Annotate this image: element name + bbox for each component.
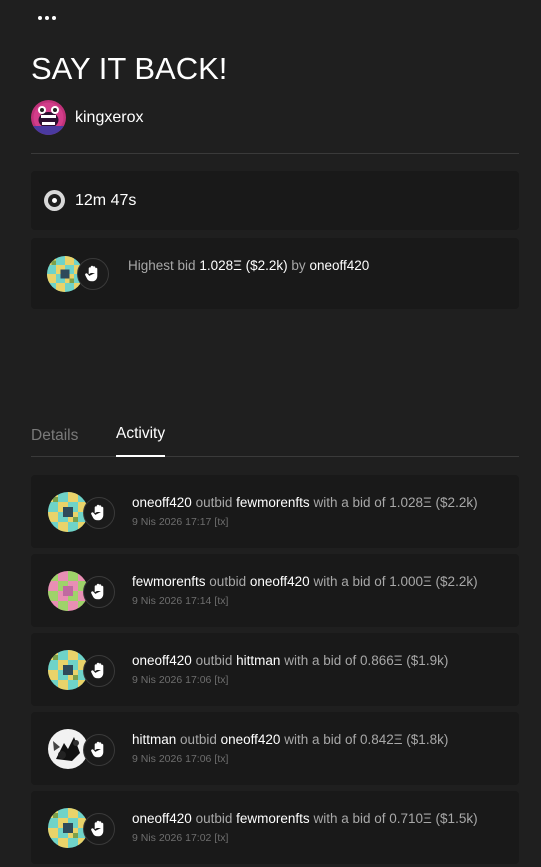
activity-detail: with a bid of 0.866Ξ ($1.9k): [284, 653, 449, 668]
bid-prefix: Highest bid: [128, 258, 196, 273]
bid-by: by: [291, 258, 306, 273]
actor-name[interactable]: fewmorenfts: [132, 574, 206, 589]
target-name[interactable]: oneoff420: [250, 574, 310, 589]
timer-icon: [44, 190, 65, 211]
activity-text: fewmorenfts outbid oneoff420 with a bid …: [132, 574, 478, 589]
activity-item: fewmorenfts outbid oneoff420 with a bid …: [31, 554, 519, 627]
activity-verb: outbid: [195, 811, 233, 826]
tx-link[interactable]: [tx]: [214, 516, 228, 528]
actor-name[interactable]: oneoff420: [132, 653, 192, 668]
actor-name[interactable]: oneoff420: [132, 495, 192, 510]
tx-link[interactable]: [tx]: [214, 595, 228, 607]
tx-link[interactable]: [tx]: [214, 753, 228, 765]
bid-hand-icon: [77, 258, 109, 290]
actor-avatar[interactable]: [48, 571, 88, 611]
tab-details[interactable]: Details: [31, 427, 78, 458]
activity-text: oneoff420 outbid hittman with a bid of 0…: [132, 653, 448, 668]
bid-amount: 1.028Ξ ($2.2k): [199, 258, 288, 273]
activity-detail: with a bid of 1.028Ξ ($2.2k): [313, 495, 478, 510]
artist-link[interactable]: kingxerox: [31, 100, 143, 135]
activity-detail: with a bid of 0.842Ξ ($1.8k): [284, 732, 449, 747]
artist-avatar: [31, 100, 66, 135]
activity-date: 9 Nis 2026 17:06: [132, 753, 212, 765]
activity-meta: 9 Nis 2026 17:06 [tx]: [132, 674, 228, 686]
bid-hand-icon: [83, 497, 115, 529]
page-title: SAY IT BACK!: [31, 51, 228, 86]
activity-item: oneoff420 outbid fewmorenfts with a bid …: [31, 791, 519, 864]
timer-countdown: 12m 47s: [75, 191, 137, 209]
activity-date: 9 Nis 2026 17:14: [132, 595, 212, 607]
activity-item: oneoff420 outbid hittman with a bid of 0…: [31, 633, 519, 706]
auction-timer: 12m 47s: [31, 171, 519, 230]
highest-bid-card: Highest bid 1.028Ξ ($2.2k) by oneoff420: [31, 238, 519, 309]
activity-verb: outbid: [180, 732, 217, 747]
bid-hand-icon: [83, 576, 115, 608]
activity-meta: 9 Nis 2026 17:06 [tx]: [132, 753, 228, 765]
target-name[interactable]: fewmorenfts: [236, 495, 310, 510]
activity-meta: 9 Nis 2026 17:17 [tx]: [132, 516, 228, 528]
bid-hand-icon: [83, 734, 115, 766]
target-name[interactable]: oneoff420: [221, 732, 281, 747]
target-name[interactable]: hittman: [236, 653, 280, 668]
activity-detail: with a bid of 0.710Ξ ($1.5k): [313, 811, 478, 826]
actor-name[interactable]: oneoff420: [132, 811, 192, 826]
tx-link[interactable]: [tx]: [214, 674, 228, 686]
tab-bar: Details Activity: [31, 425, 519, 457]
actor-avatar[interactable]: [48, 492, 88, 532]
activity-text: hittman outbid oneoff420 with a bid of 0…: [132, 732, 448, 747]
activity-verb: outbid: [195, 653, 233, 668]
activity-meta: 9 Nis 2026 17:14 [tx]: [132, 595, 228, 607]
actor-name[interactable]: hittman: [132, 732, 176, 747]
bid-hand-icon: [83, 813, 115, 845]
activity-verb: outbid: [195, 495, 233, 510]
target-name[interactable]: fewmorenfts: [236, 811, 310, 826]
divider: [31, 153, 519, 154]
activity-date: 9 Nis 2026 17:06: [132, 674, 212, 686]
tx-link[interactable]: [tx]: [214, 832, 228, 844]
activity-item: oneoff420 outbid fewmorenfts with a bid …: [31, 475, 519, 548]
activity-detail: with a bid of 1.000Ξ ($2.2k): [313, 574, 478, 589]
actor-avatar[interactable]: [48, 650, 88, 690]
activity-verb: outbid: [209, 574, 247, 589]
actor-avatar[interactable]: [48, 729, 88, 769]
artist-name: kingxerox: [75, 108, 144, 126]
activity-item: hittman outbid oneoff420 with a bid of 0…: [31, 712, 519, 785]
activity-date: 9 Nis 2026 17:02: [132, 832, 212, 844]
tab-activity[interactable]: Activity: [116, 425, 166, 457]
bidder-name[interactable]: oneoff420: [309, 258, 369, 273]
highest-bid-text: Highest bid 1.028Ξ ($2.2k) by oneoff420: [128, 258, 369, 273]
activity-meta: 9 Nis 2026 17:02 [tx]: [132, 832, 228, 844]
actor-avatar[interactable]: [48, 808, 88, 848]
bid-hand-icon: [83, 655, 115, 687]
activity-date: 9 Nis 2026 17:17: [132, 516, 212, 528]
more-options-icon[interactable]: [38, 12, 62, 24]
activity-text: oneoff420 outbid fewmorenfts with a bid …: [132, 495, 478, 510]
activity-text: oneoff420 outbid fewmorenfts with a bid …: [132, 811, 478, 826]
